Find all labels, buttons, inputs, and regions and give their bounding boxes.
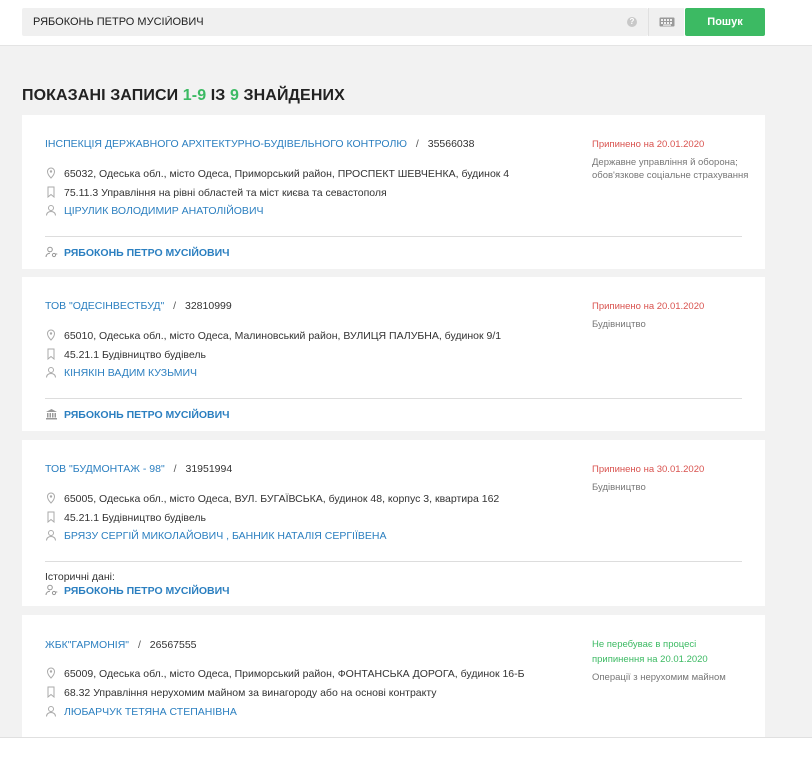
- user-icon: [46, 367, 56, 378]
- title-separator: /: [137, 639, 141, 651]
- person-key-icon: [45, 584, 58, 596]
- address-row: 65032, Одеська обл., місто Одеса, Примор…: [45, 167, 509, 180]
- kved-row: 45.21.1 Будівництво будівель: [45, 348, 206, 361]
- address-row: 65005, Одеська обл., місто Одеса, ВУЛ. Б…: [45, 492, 499, 505]
- kved-row: 68.32 Управління нерухомим майном за вин…: [45, 686, 437, 699]
- result-card: ІНСПЕКЦІЯ ДЕРЖАВНОГО АРХІТЕКТУРНО-БУДІВЕ…: [22, 115, 765, 269]
- title-separator: /: [173, 463, 177, 475]
- founder-row: РЯБОКОНЬ ПЕТРО МУСІЙОВИЧ: [45, 246, 230, 259]
- activity-label: Державне управління й оборона; обов'язко…: [592, 157, 749, 181]
- search-button[interactable]: Пошук: [685, 8, 765, 36]
- title-separator: /: [415, 138, 419, 150]
- card-divider: [45, 236, 742, 237]
- head-row: ЦІРУЛИК ВОЛОДИМИР АНАТОЛІЙОВИЧ: [45, 204, 264, 217]
- search-box: ?: [22, 8, 648, 36]
- heading-middle: ІЗ: [206, 87, 230, 104]
- company-name-link[interactable]: ІНСПЕКЦІЯ ДЕРЖАВНОГО АРХІТЕКТУРНО-БУДІВЕ…: [45, 138, 407, 150]
- head-link[interactable]: БРЯЗУ СЕРГІЙ МИКОЛАЙОВИЧ , БАННИК НАТАЛІ…: [64, 530, 386, 542]
- address-row: 65010, Одеська обл., місто Одеса, Малино…: [45, 329, 501, 342]
- company-title: ІНСПЕКЦІЯ ДЕРЖАВНОГО АРХІТЕКТУРНО-БУДІВЕ…: [45, 138, 474, 150]
- location-pin-icon: [46, 492, 56, 504]
- kved-row: 45.21.1 Будівництво будівель: [45, 511, 206, 524]
- bookmark-icon: [47, 686, 55, 698]
- head-row: КІНЯКІН ВАДИМ КУЗЬМИЧ: [45, 366, 197, 379]
- founder-link[interactable]: РЯБОКОНЬ ПЕТРО МУСІЙОВИЧ: [64, 247, 230, 259]
- heading-suffix: ЗНАЙДЕНИХ: [238, 87, 345, 104]
- keyboard-icon: [659, 17, 675, 27]
- founder-row: РЯБОКОНЬ ПЕТРО МУСІЙОВИЧ: [45, 584, 230, 597]
- company-title: ТОВ "БУДМОНТАЖ - 98" / 31951994: [45, 463, 232, 475]
- status-label: Припинено на 20.01.2020: [592, 301, 705, 312]
- heading-prefix: ПОКАЗАНІ ЗАПИСИ: [22, 87, 183, 104]
- kved-text: 45.21.1 Будівництво будівель: [64, 349, 206, 361]
- card-divider: [45, 398, 742, 399]
- head-row: ЛЮБАРЧУК ТЕТЯНА СТЕПАНІВНА: [45, 705, 237, 718]
- kved-text: 68.32 Управління нерухомим майном за вин…: [64, 687, 437, 699]
- top-search-bar: ? Пошук: [0, 0, 812, 46]
- user-icon: [46, 205, 56, 216]
- founder-link[interactable]: РЯБОКОНЬ ПЕТРО МУСІЙОВИЧ: [64, 409, 230, 421]
- address-row: 65009, Одеська обл., місто Одеса, Примор…: [45, 667, 525, 680]
- company-title: ЖБК"ГАРМОНІЯ" / 26567555: [45, 639, 197, 651]
- status-label: Не перебуває в процесі припинення на 20.…: [592, 637, 708, 667]
- head-link[interactable]: ЛЮБАРЧУК ТЕТЯНА СТЕПАНІВНА: [64, 706, 237, 718]
- keyboard-button[interactable]: [648, 8, 684, 36]
- user-icon: [46, 530, 56, 541]
- result-card: ТОВ "БУДМОНТАЖ - 98" / 31951994 Припинен…: [22, 440, 765, 606]
- company-name-link[interactable]: ТОВ "БУДМОНТАЖ - 98": [45, 463, 165, 475]
- activity-label: Операції з нерухомим майном: [592, 672, 726, 683]
- status-label: Припинено на 20.01.2020: [592, 139, 705, 150]
- founder-link[interactable]: РЯБОКОНЬ ПЕТРО МУСІЙОВИЧ: [64, 585, 230, 597]
- heading-total: 9: [229, 87, 239, 104]
- bottom-area: [0, 738, 812, 762]
- company-code: 32810999: [185, 300, 232, 312]
- address-text: 65010, Одеська обл., місто Одеса, Малино…: [64, 330, 502, 342]
- card-divider: [45, 561, 742, 562]
- results-heading: ПОКАЗАНІ ЗАПИСИ 1-9 ІЗ 9 ЗНАЙДЕНИХ: [22, 87, 345, 105]
- company-name-link[interactable]: ТОВ "ОДЕСІНВЕСТБУД": [45, 300, 164, 312]
- company-code: 31951994: [185, 463, 233, 475]
- kved-row: 75.11.3 Управління на рівні областей та …: [45, 186, 387, 199]
- company-code: 26567555: [149, 639, 197, 651]
- company-name-link[interactable]: ЖБК"ГАРМОНІЯ": [45, 639, 129, 651]
- result-card: ТОВ "ОДЕСІНВЕСТБУД" / 32810999 Припинено…: [22, 277, 765, 431]
- result-card: ЖБК"ГАРМОНІЯ" / 26567555 Не перебуває в …: [22, 615, 765, 738]
- location-pin-icon: [46, 167, 56, 179]
- head-link[interactable]: КІНЯКІН ВАДИМ КУЗЬМИЧ: [64, 367, 197, 379]
- status-line-1: Не перебуває в процесі: [592, 639, 697, 650]
- title-separator: /: [173, 300, 177, 312]
- address-text: 65009, Одеська обл., місто Одеса, Примор…: [64, 668, 525, 680]
- location-pin-icon: [46, 329, 56, 341]
- heading-range: 1-9: [182, 87, 207, 104]
- person-key-icon: [45, 246, 58, 258]
- activity-label: Будівництво: [592, 482, 646, 493]
- bank-icon: [46, 409, 57, 420]
- address-text: 65032, Одеська обл., місто Одеса, Примор…: [64, 168, 510, 180]
- status-label: Припинено на 30.01.2020: [592, 464, 705, 475]
- address-text: 65005, Одеська обл., місто Одеса, ВУЛ. Б…: [64, 493, 500, 505]
- help-icon[interactable]: ?: [627, 17, 637, 27]
- kved-text: 75.11.3 Управління на рівні областей та …: [64, 187, 387, 199]
- history-label: Історичні дані:: [45, 571, 115, 583]
- location-pin-icon: [46, 667, 56, 679]
- bookmark-icon: [47, 186, 55, 198]
- activity-label: Будівництво: [592, 319, 646, 330]
- head-row: БРЯЗУ СЕРГІЙ МИКОЛАЙОВИЧ , БАННИК НАТАЛІ…: [45, 529, 386, 542]
- bookmark-icon: [47, 348, 55, 360]
- founder-row: РЯБОКОНЬ ПЕТРО МУСІЙОВИЧ: [45, 408, 230, 421]
- kved-text: 45.21.1 Будівництво будівель: [64, 512, 206, 524]
- search-input[interactable]: [22, 8, 622, 36]
- status-line-2: припинення на 20.01.2020: [592, 654, 708, 665]
- head-link[interactable]: ЦІРУЛИК ВОЛОДИМИР АНАТОЛІЙОВИЧ: [64, 205, 264, 217]
- bookmark-icon: [47, 511, 55, 523]
- company-title: ТОВ "ОДЕСІНВЕСТБУД" / 32810999: [45, 300, 232, 312]
- company-code: 35566038: [427, 138, 475, 150]
- user-icon: [46, 706, 56, 717]
